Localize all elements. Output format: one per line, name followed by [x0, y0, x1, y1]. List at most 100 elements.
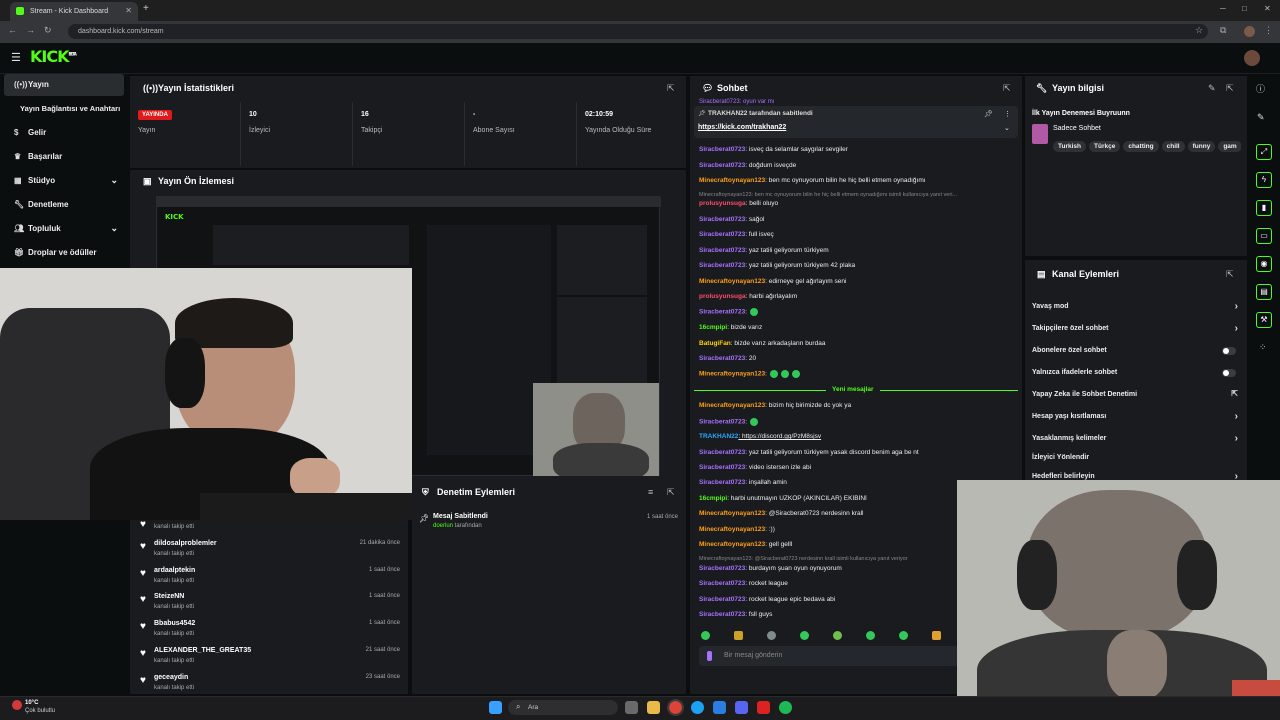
sidebar-item-topluluk[interactable]: 👥︎ Topluluk ⌄ — [4, 218, 124, 240]
action-raid[interactable]: İzleyici Yönlendir — [1032, 454, 1238, 461]
follower-name[interactable]: SteizeNN — [154, 593, 184, 600]
rail-broadcast-icon[interactable]: ◉ — [1256, 256, 1272, 272]
follower-name[interactable]: Bbabus4542 — [154, 620, 195, 627]
mod-action-user[interactable]: doerlun — [433, 523, 453, 529]
chat-username[interactable]: Siracberat0723 — [699, 611, 745, 618]
chat-username[interactable]: Siracberat0723 — [699, 580, 745, 587]
emote-icon[interactable] — [899, 631, 908, 640]
info-icon[interactable]: ⓘ — [1256, 82, 1265, 95]
tag-chip[interactable]: funny — [1187, 141, 1216, 152]
rail-wrench-icon[interactable]: ⚒ — [1256, 312, 1272, 328]
chat-username[interactable]: prolusyunsuga — [699, 200, 746, 207]
minimize-icon[interactable]: ─ — [1220, 4, 1226, 13]
popout-icon[interactable]: ⇱ — [667, 83, 675, 94]
sidebar-item-droplar[interactable]: 🎁︎ Droplar ve ödüller — [4, 242, 124, 264]
emote-icon[interactable] — [866, 631, 875, 640]
extensions-icon[interactable]: ⧉ — [1220, 25, 1226, 36]
weather-temp[interactable]: 10°C — [25, 700, 38, 706]
kick-logo[interactable]: KICKBETA — [30, 47, 77, 66]
bookmark-star-icon[interactable]: ☆ — [1195, 25, 1203, 36]
chat-username[interactable]: Minecraftoynayan123 — [699, 177, 765, 184]
more-options-icon[interactable]: ⋮ — [1004, 110, 1011, 118]
user-avatar[interactable] — [1244, 50, 1260, 66]
sidebar-item-studyo[interactable]: ▦ Stüdyo ⌄ — [4, 170, 124, 192]
reload-icon[interactable]: ↻ — [44, 25, 52, 36]
chat-username[interactable]: Siracberat0723 — [699, 162, 745, 169]
taskbar-search[interactable]: ⌕ Ara — [508, 700, 618, 715]
sidebar-item-gelir[interactable]: $ Gelir — [4, 122, 124, 144]
new-tab-button[interactable]: + — [143, 3, 149, 14]
rail-expand-icon[interactable]: ⤢ — [1256, 144, 1272, 160]
rail-bolt-icon[interactable]: ϟ — [1256, 172, 1272, 188]
emote-icon[interactable] — [767, 631, 776, 640]
spotify-icon[interactable] — [779, 701, 792, 714]
unpin-icon[interactable]: 📌︎ — [984, 110, 993, 118]
action-followers-only[interactable]: Takipçilere özel sohbet › — [1032, 323, 1238, 334]
chat-username[interactable]: Siracberat0723 — [699, 262, 745, 269]
rail-chat-icon[interactable]: ▭ — [1256, 228, 1272, 244]
sidebar-item-denetleme[interactable]: 🔧︎ Denetleme — [4, 194, 124, 216]
tag-chip[interactable]: Turkish — [1053, 141, 1086, 152]
follower-name[interactable]: dildosalproblemler — [154, 540, 217, 547]
chat-username[interactable]: 16cmpipi — [699, 324, 727, 331]
chevron-down-icon[interactable]: ⌄ — [1004, 124, 1010, 132]
chat-username[interactable]: Minecraftoynayan123 — [699, 371, 765, 378]
chat-username[interactable]: Siracberat0723 — [699, 355, 745, 362]
emote-icon[interactable] — [932, 631, 941, 640]
forward-icon[interactable]: → — [26, 25, 35, 35]
add-widget-icon[interactable]: ⁘ — [1259, 342, 1267, 353]
follower-name[interactable]: geceaydin — [154, 674, 188, 681]
chat-username[interactable]: TRAKHAN22 — [699, 433, 738, 440]
chat-username[interactable]: 16cmpipi — [699, 495, 727, 502]
chat-username[interactable]: Siracberat0723 — [699, 216, 745, 223]
edge-icon[interactable] — [691, 701, 704, 714]
browser-tab[interactable]: Stream - Kick Dashboard ✕ — [10, 2, 138, 21]
emote-icon[interactable] — [800, 631, 809, 640]
tag-chip[interactable]: chatting — [1123, 141, 1159, 152]
pinned-link[interactable]: https://kick.com/trakhan22 — [698, 124, 786, 131]
rail-panel-icon[interactable]: ▤ — [1256, 284, 1272, 300]
menu-icon[interactable]: ☰ — [11, 51, 21, 64]
pinned-message[interactable]: 📌︎ TRAKHAN22 tarafından sabitlendi https… — [694, 106, 1018, 138]
popout-icon[interactable]: ⇱ — [1003, 83, 1011, 94]
popout-icon[interactable]: ⇱ — [1226, 83, 1234, 94]
edit-icon[interactable]: ✎ — [1257, 112, 1265, 123]
discord-icon[interactable] — [735, 701, 748, 714]
sidebar-item-yayin[interactable]: ((•)) Yayın — [4, 74, 124, 96]
chat-username[interactable]: Siracberat0723 — [699, 565, 745, 572]
tag-chip[interactable]: chill — [1161, 141, 1185, 152]
chat-username[interactable]: BatugiFan — [699, 340, 731, 347]
app-icon[interactable] — [757, 701, 770, 714]
browser-menu-icon[interactable]: ⋮ — [1264, 25, 1273, 36]
windows-start-icon[interactable] — [489, 701, 502, 714]
back-icon[interactable]: ← — [8, 25, 17, 35]
chat-username[interactable]: Siracberat0723 — [699, 464, 745, 471]
window-close-icon[interactable]: ✕ — [1264, 4, 1271, 13]
tag-chip[interactable]: Türkçe — [1089, 141, 1121, 152]
filter-icon[interactable]: ≡ — [648, 487, 653, 497]
chat-username[interactable]: Minecraftoynayan123 — [699, 510, 765, 517]
action-goals[interactable]: Hedefleri belirleyin › — [1032, 471, 1238, 482]
rail-document-icon[interactable]: ▮ — [1256, 200, 1272, 216]
action-banned-words[interactable]: Yasaklanmış kelimeler › — [1032, 433, 1238, 444]
profile-avatar[interactable] — [1244, 26, 1255, 37]
chat-username[interactable]: Minecraftoynayan123 — [699, 402, 765, 409]
mail-icon[interactable] — [713, 701, 726, 714]
chrome-icon[interactable] — [667, 699, 684, 716]
chat-username[interactable]: Siracberat0723 — [699, 146, 745, 153]
sidebar-item-stream-key[interactable]: Yayın Bağlantısı ve Anahtarı — [4, 98, 124, 120]
chat-username[interactable]: Siracberat0723 — [699, 247, 745, 254]
follower-name[interactable]: ardaalptekin — [154, 567, 195, 574]
popout-icon[interactable]: ⇱ — [667, 487, 675, 498]
subscribers-only-toggle[interactable] — [1222, 347, 1236, 355]
popout-icon[interactable]: ⇱ — [1226, 269, 1234, 280]
chat-username[interactable]: Siracberat0723 — [699, 449, 745, 456]
chat-username[interactable]: Minecraftoynayan123 — [699, 541, 765, 548]
emote-icon[interactable] — [701, 631, 710, 640]
sidebar-item-basarilar[interactable]: ♛ Başarılar — [4, 146, 124, 168]
chat-username[interactable]: Siracberat0723 — [699, 419, 745, 426]
file-explorer-icon[interactable] — [647, 701, 660, 714]
chat-username[interactable]: Minecraftoynayan123 — [699, 526, 765, 533]
chat-username[interactable]: Siracberat0723 — [699, 309, 745, 316]
task-view-icon[interactable] — [625, 701, 638, 714]
